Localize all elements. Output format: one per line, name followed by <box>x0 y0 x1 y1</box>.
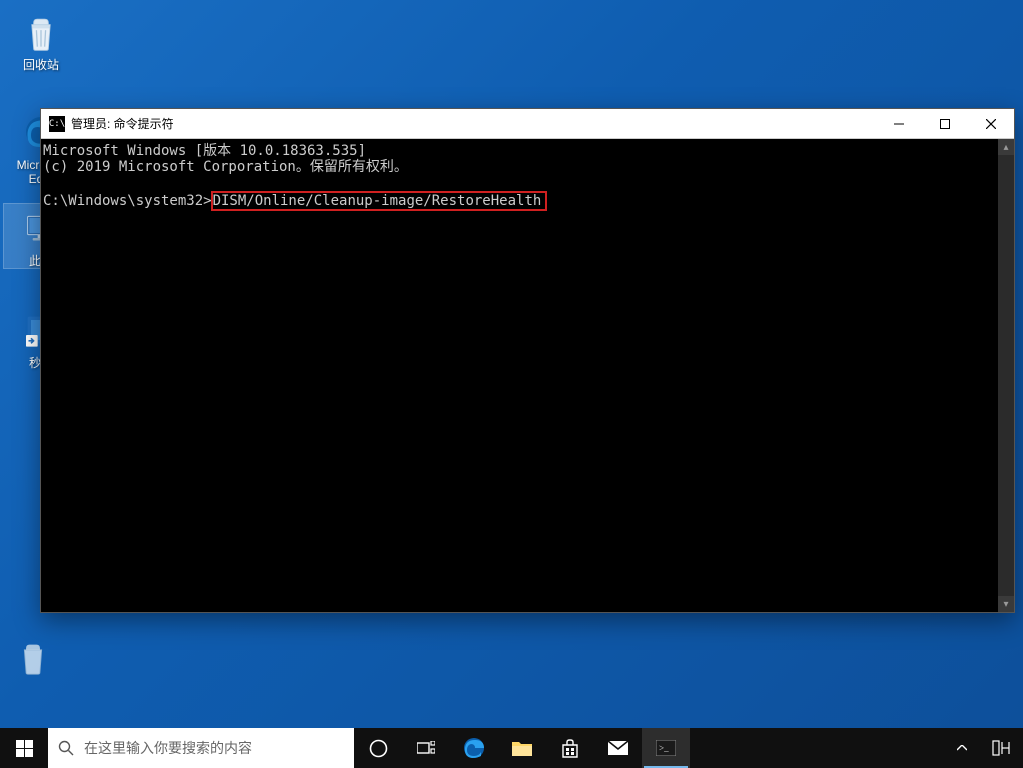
terminal-line: (c) 2019 Microsoft Corporation。保留所有权利。 <box>43 159 408 175</box>
store-icon <box>560 738 580 758</box>
scroll-up-button[interactable]: ▴ <box>998 139 1014 155</box>
taskbar-store[interactable] <box>546 728 594 768</box>
desktop-icon-recycle-bin[interactable]: 回收站 <box>4 8 78 72</box>
minimize-button[interactable] <box>876 109 922 139</box>
cortana-icon <box>369 739 388 758</box>
cmd-icon: >_ <box>656 740 676 756</box>
tray-overflow[interactable] <box>945 728 979 768</box>
cmd-sysicon: C:\ <box>49 116 65 132</box>
folder-icon <box>511 739 533 757</box>
task-view-button[interactable] <box>402 728 450 768</box>
scroll-down-button[interactable]: ▾ <box>998 596 1014 612</box>
taskbar: 在这里输入你要搜索的内容 <box>0 728 1023 768</box>
search-icon <box>58 740 74 756</box>
maximize-button[interactable] <box>922 109 968 139</box>
highlighted-command: DISM/Online/Cleanup-image/RestoreHealth <box>211 191 548 211</box>
svg-text:>_: >_ <box>659 743 669 753</box>
search-placeholder: 在这里输入你要搜索的内容 <box>84 738 252 758</box>
mail-icon <box>607 740 629 756</box>
terminal-line: Microsoft Windows [版本 10.0.18363.535] <box>43 143 366 159</box>
ime-icon <box>992 740 1010 756</box>
chevron-up-icon <box>957 745 967 751</box>
taskbar-mail[interactable] <box>594 728 642 768</box>
taskbar-cmd[interactable]: >_ <box>642 728 690 768</box>
terminal-body[interactable]: Microsoft Windows [版本 10.0.18363.535] (c… <box>41 139 1014 612</box>
window-title: 管理员: 命令提示符 <box>71 115 174 132</box>
command-prompt-window: C:\ 管理员: 命令提示符 Microsoft Windows [版本 10.… <box>40 108 1015 613</box>
titlebar[interactable]: C:\ 管理员: 命令提示符 <box>41 109 1014 139</box>
terminal-content: Microsoft Windows [版本 10.0.18363.535] (c… <box>41 139 998 612</box>
desktop: 回收站 Microsoft Ed... 此电 <box>0 0 1023 768</box>
scrollbar[interactable]: ▴ ▾ <box>998 139 1014 612</box>
taskbar-edge[interactable] <box>450 728 498 768</box>
mini-recycle-bin[interactable] <box>12 636 54 688</box>
task-view-icon <box>417 741 435 755</box>
close-button[interactable] <box>968 109 1014 139</box>
search-input[interactable]: 在这里输入你要搜索的内容 <box>48 728 354 768</box>
start-button[interactable] <box>0 728 48 768</box>
system-tray <box>945 728 1023 768</box>
windows-icon <box>16 740 33 757</box>
desktop-icon-label: 回收站 <box>4 58 78 72</box>
task-cortana[interactable] <box>354 728 402 768</box>
recycle-bin-icon <box>17 8 65 56</box>
tray-input-indicator[interactable] <box>979 728 1023 768</box>
terminal-prompt: C:\Windows\system32> <box>43 193 212 209</box>
edge-icon <box>462 736 486 760</box>
taskbar-file-explorer[interactable] <box>498 728 546 768</box>
